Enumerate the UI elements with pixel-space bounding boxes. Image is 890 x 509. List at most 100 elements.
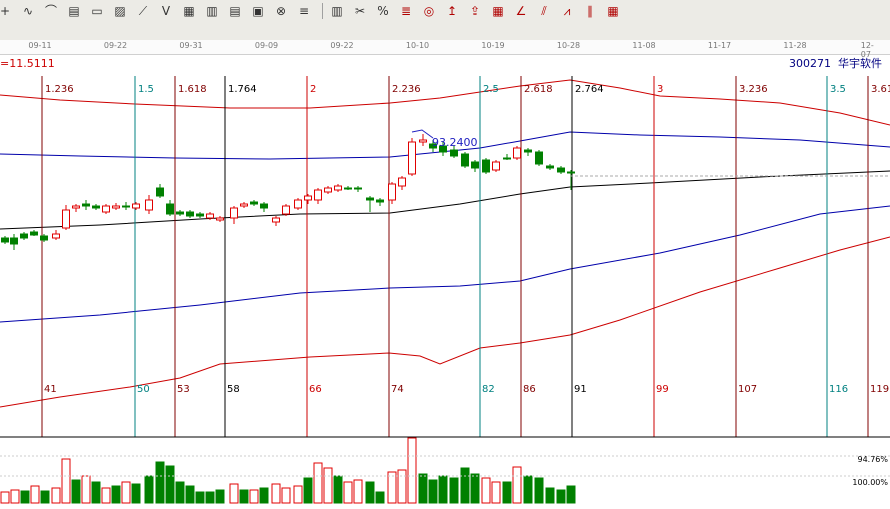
candle-body xyxy=(112,205,120,209)
cycle-day-label: 107 xyxy=(738,384,757,395)
candle-body xyxy=(535,151,543,165)
cycle-day-label: 41 xyxy=(44,384,57,395)
volume-bar xyxy=(470,473,480,504)
volume-bar xyxy=(101,487,111,504)
candle-body xyxy=(376,199,384,203)
cycle-day-label: 74 xyxy=(391,384,404,395)
volume-bar xyxy=(502,481,512,504)
kline-chart[interactable]: 1.236 41 1.5 50 1.618 53 1.764 58 2 66 2.236 74 2.5 8… xyxy=(0,0,890,509)
candle-body xyxy=(206,213,214,219)
volume-bar xyxy=(81,475,91,504)
candle-body xyxy=(366,197,374,201)
candle-body xyxy=(282,205,290,215)
fib-ratio-label: 1.618 xyxy=(178,84,207,95)
candle-body xyxy=(20,233,28,239)
fib-ratio-label: 2.618 xyxy=(524,84,553,95)
stock-name: 华宇软件 xyxy=(838,56,882,70)
candle-body xyxy=(186,211,194,217)
volume-bar xyxy=(121,481,131,504)
volume-bar xyxy=(281,487,291,504)
candle-body xyxy=(156,187,164,197)
candle-body xyxy=(82,203,90,207)
volume-bar xyxy=(293,485,303,504)
volume-bar xyxy=(566,485,576,504)
candle-body xyxy=(408,141,416,175)
candle-body xyxy=(294,199,302,209)
candle-body xyxy=(102,205,110,213)
volume-bar xyxy=(438,475,448,504)
candle-body xyxy=(166,203,174,215)
candle-body xyxy=(176,211,184,215)
volume-bar xyxy=(449,477,459,504)
candle-body xyxy=(513,147,521,159)
volume-bar xyxy=(229,483,239,504)
candle-body xyxy=(546,165,554,169)
fib-ratio-label: 3 xyxy=(657,84,663,95)
volume-bar xyxy=(155,461,165,504)
volume-bar xyxy=(51,487,61,504)
candle-body xyxy=(314,189,322,201)
volume-bar xyxy=(205,491,215,504)
stock-code: 300271 xyxy=(789,57,831,70)
volume-bar xyxy=(215,489,225,504)
volume-bar xyxy=(195,491,205,504)
volume-bar xyxy=(512,466,522,504)
fib-ratio-label: 2.764 xyxy=(575,84,604,95)
candle-body xyxy=(260,203,268,209)
cycle-day-label: 119 xyxy=(870,384,889,395)
candle-body xyxy=(30,231,38,236)
candle-body xyxy=(482,159,490,173)
candle-body xyxy=(52,233,60,239)
cycle-day-label: 99 xyxy=(656,384,669,395)
cycle-day-label: 82 xyxy=(482,384,495,395)
candle-body xyxy=(250,201,258,205)
volume-pct-lower: 100.00% xyxy=(852,478,888,487)
volume-bar xyxy=(534,477,544,504)
volume-bar xyxy=(397,469,407,504)
fib-ratio-label: 2.5 xyxy=(483,84,499,95)
candle-body xyxy=(62,209,70,229)
candle-body xyxy=(324,187,332,193)
candle-body xyxy=(557,167,565,173)
volume-bar xyxy=(428,479,438,504)
candle-body xyxy=(216,217,224,221)
candle-body xyxy=(344,187,352,190)
band-line-2 xyxy=(0,170,890,230)
fib-ratio-label: 1.5 xyxy=(138,84,154,95)
cycle-day-label: 50 xyxy=(137,384,150,395)
volume-bar xyxy=(353,479,363,504)
volume-bars xyxy=(0,437,576,504)
candle-body xyxy=(398,177,406,187)
volume-bar xyxy=(40,490,50,504)
candle-body xyxy=(72,205,80,209)
volume-bar xyxy=(185,485,195,504)
volume-bar xyxy=(460,467,470,504)
candle-body xyxy=(145,199,153,211)
candle-body xyxy=(461,153,469,167)
candlestick-series xyxy=(1,134,575,250)
cycle-day-label: 66 xyxy=(309,384,322,395)
volume-bar xyxy=(343,481,353,504)
fib-ratio-label: 1.764 xyxy=(228,84,257,95)
volume-bar xyxy=(0,491,10,504)
volume-bar xyxy=(131,483,141,504)
volume-bar xyxy=(375,491,385,504)
candle-body xyxy=(419,139,427,143)
cycle-day-label: 116 xyxy=(829,384,848,395)
fib-ratio-label: 2 xyxy=(310,84,316,95)
candle-body xyxy=(450,149,458,157)
volume-bar xyxy=(175,481,185,504)
candle-body xyxy=(354,187,362,190)
cycle-day-label: 53 xyxy=(177,384,190,395)
candle-body xyxy=(10,237,18,245)
volume-bar xyxy=(313,462,323,504)
volume-bar xyxy=(271,483,281,504)
cycle-day-label: 86 xyxy=(523,384,536,395)
volume-bar xyxy=(333,475,343,504)
volume-bar xyxy=(491,481,501,504)
volume-bar xyxy=(165,465,175,504)
candle-body xyxy=(1,237,9,243)
candle-body xyxy=(240,203,248,207)
marker-label: 93.2400 xyxy=(432,136,478,149)
candle-body xyxy=(524,149,532,153)
